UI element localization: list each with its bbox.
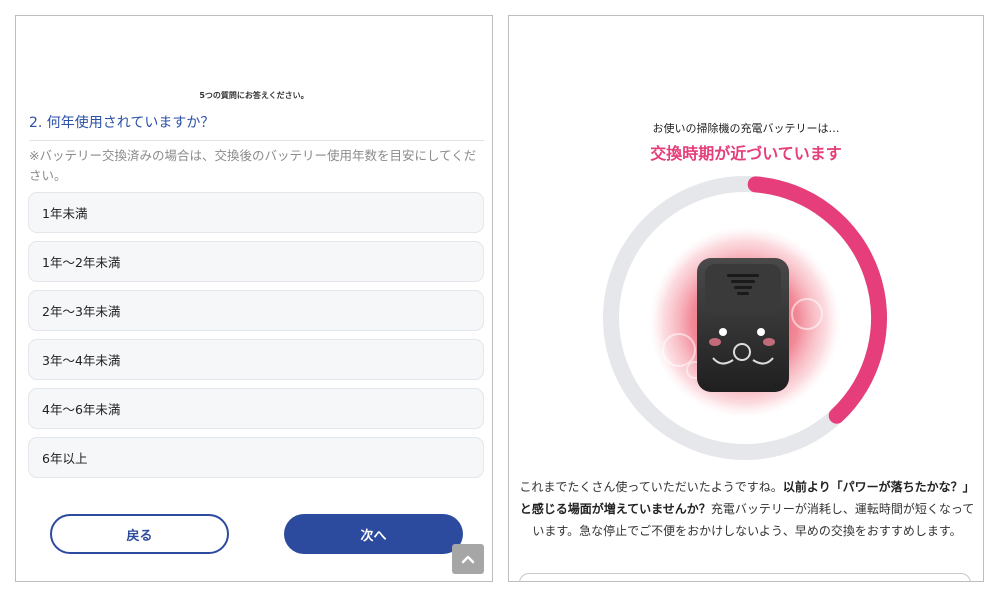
progress-note: 5つの質問にお答えください。 <box>199 91 309 100</box>
desc-text: これまでたくさん使っていただいたようですね。 <box>519 480 783 494</box>
battery-gauge <box>603 176 887 460</box>
option-1-to-2-years[interactable]: 1年〜2年未満 <box>28 241 484 282</box>
question-title: 2. 何年使用されていますか？ <box>29 112 484 141</box>
option-4-to-6-years[interactable]: 4年〜6年未満 <box>28 388 484 429</box>
next-section-card <box>519 573 971 581</box>
quiz-panel: 5つの質問にお答えください。 2. 何年使用されていますか？ ※バッテリー交換済… <box>15 15 493 582</box>
option-2-to-3-years[interactable]: 2年〜3年未満 <box>28 290 484 331</box>
battery-character-icon <box>697 258 789 392</box>
result-panel: お使いの掃除機の充電バッテリーは… 交換時期が近づいています これまでたくさん使… <box>508 15 984 582</box>
result-headline: 交換時期が近づいています <box>650 144 842 163</box>
chevron-up-icon <box>461 555 475 564</box>
next-button[interactable]: 次へ <box>284 514 463 554</box>
option-3-to-4-years[interactable]: 3年〜4年未満 <box>28 339 484 380</box>
back-button[interactable]: 戻る <box>50 514 229 554</box>
result-subtitle: お使いの掃除機の充電バッテリーは… <box>652 122 840 135</box>
scroll-top-button[interactable] <box>452 544 484 574</box>
result-description: これまでたくさん使っていただいたようですね。以前より「パワーが落ちたかな？」と感… <box>515 476 979 542</box>
option-under-1-year[interactable]: 1年未満 <box>28 192 484 233</box>
question-note: ※バッテリー交換済みの場合は、交換後のバッテリー使用年数を目安にしてください。 <box>29 148 477 183</box>
option-over-6-years[interactable]: 6年以上 <box>28 437 484 478</box>
answer-options: 1年未満 1年〜2年未満 2年〜3年未満 3年〜4年未満 4年〜6年未満 6年以… <box>28 192 484 486</box>
